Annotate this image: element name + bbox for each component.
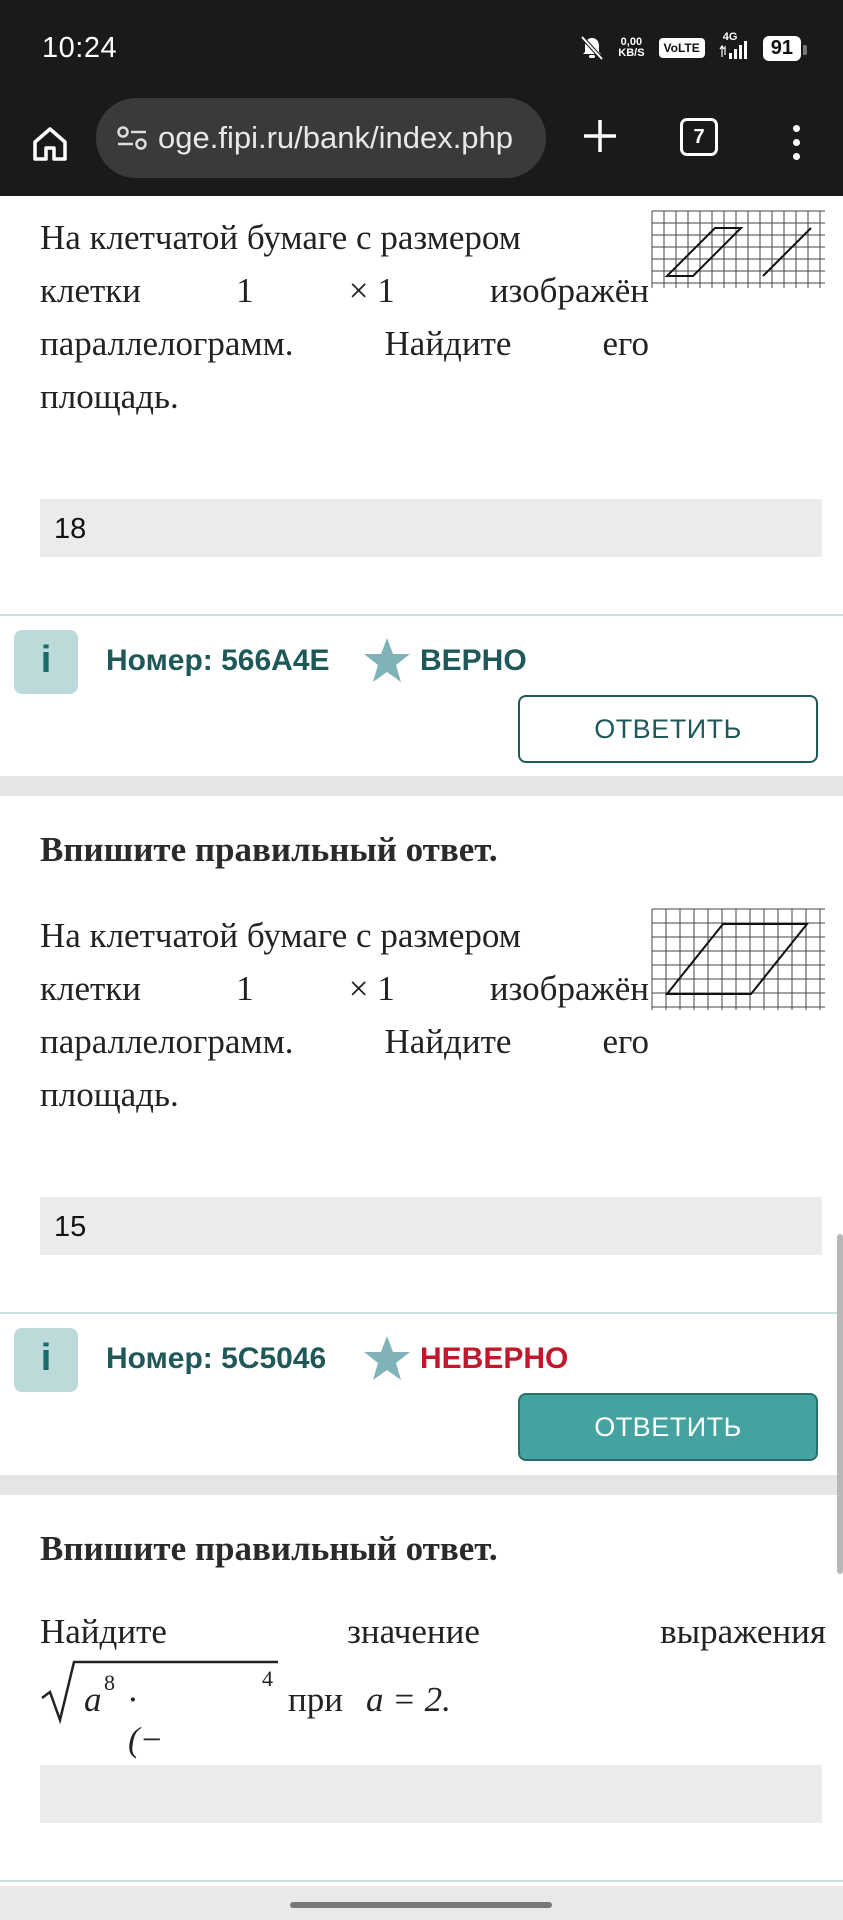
task-1-text: На клетчатой бумаге с размером клетки 1 … xyxy=(40,218,649,416)
status-correct: ВЕРНО xyxy=(420,644,527,677)
browser-toolbar: oge.fipi.ru/bank/index.php 7 xyxy=(0,96,843,196)
status-icons: 0,00 KB/S VoLTE 4G 91 xyxy=(580,30,808,66)
task-3-text: Найдите значение выражения xyxy=(40,1612,826,1651)
divider xyxy=(0,1312,843,1314)
star-icon[interactable] xyxy=(362,636,412,686)
site-settings-icon[interactable] xyxy=(114,120,150,156)
answer-input-3[interactable] xyxy=(40,1765,822,1823)
plus-icon xyxy=(584,120,616,152)
url-text: oge.fipi.ru/bank/index.php xyxy=(158,120,514,155)
dot-icon xyxy=(792,152,800,160)
task-2-grid-image xyxy=(651,908,825,1010)
section-gap xyxy=(0,1475,843,1495)
home-icon xyxy=(33,127,67,161)
battery-icon: 91 xyxy=(762,35,808,61)
task-2-title: Впишите правильный ответ. xyxy=(40,830,498,869)
info-button-2[interactable]: i xyxy=(14,1328,78,1392)
new-tab-button[interactable] xyxy=(572,108,628,164)
task-2-text: На клетчатой бумаге с размером клетки 1 … xyxy=(40,916,649,1114)
divider xyxy=(0,614,843,616)
task-1-grid-image xyxy=(651,210,825,288)
home-button[interactable] xyxy=(22,116,78,172)
bell-off-icon xyxy=(580,35,604,61)
tab-switcher-button[interactable]: 7 xyxy=(680,118,718,156)
dot-icon xyxy=(792,138,800,146)
status-time: 10:24 xyxy=(42,32,118,64)
signal-icon: 4G xyxy=(719,31,749,63)
status-bar: 10:24 0,00 KB/S VoLTE 4G 91 xyxy=(0,0,843,96)
task-number-2: Номер: 5C5046 xyxy=(106,1342,327,1375)
answer-button-2[interactable]: ОТВЕТИТЬ xyxy=(518,1393,818,1461)
address-bar[interactable]: oge.fipi.ru/bank/index.php xyxy=(96,98,546,178)
answer-button-1[interactable]: ОТВЕТИТЬ xyxy=(518,695,818,763)
answer-input-1[interactable]: 18 xyxy=(40,499,822,557)
dot-icon xyxy=(792,124,800,132)
more-menu-button[interactable] xyxy=(778,114,814,170)
task-number-1: Номер: 566A4E xyxy=(106,644,330,677)
section-gap xyxy=(0,776,843,796)
system-nav-bar xyxy=(0,1886,843,1920)
home-gesture-handle[interactable] xyxy=(290,1902,552,1908)
star-icon[interactable] xyxy=(362,1334,412,1384)
status-incorrect: НЕВЕРНО xyxy=(420,1342,569,1375)
answer-input-2[interactable]: 15 xyxy=(40,1197,822,1255)
volte-badge: VoLTE xyxy=(658,38,705,58)
info-button-1[interactable]: i xyxy=(14,630,78,694)
task-3-title: Впишите правильный ответ. xyxy=(40,1529,498,1568)
net-speed: 0,00 KB/S xyxy=(618,36,645,59)
divider xyxy=(0,1880,843,1882)
page-content: На клетчатой бумаге с размером клетки 1 … xyxy=(0,196,843,1920)
scrollbar-thumb[interactable] xyxy=(837,1234,843,1574)
